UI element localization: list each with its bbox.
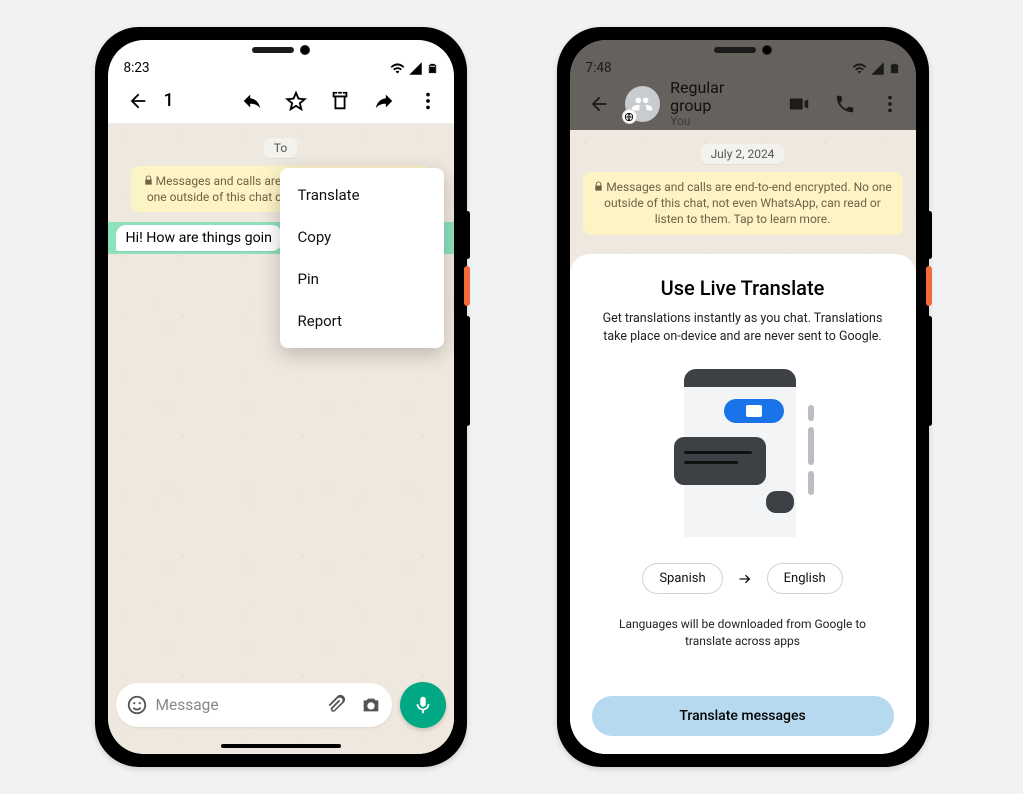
translate-messages-button[interactable]: Translate messages: [592, 696, 894, 736]
phone-sensors: [714, 45, 772, 55]
forward-button[interactable]: [364, 81, 404, 121]
call-button[interactable]: [825, 84, 864, 124]
voice-button[interactable]: [400, 682, 446, 728]
composer: Message: [108, 674, 454, 754]
wifi-icon: [390, 61, 405, 76]
sheet-illustration: [668, 363, 818, 543]
signal-icon: [408, 61, 423, 76]
more-vert-icon: [879, 93, 901, 115]
hw-volume: [465, 316, 470, 426]
selection-toolbar: 1: [108, 78, 454, 124]
date-chip: July 2, 2024: [701, 144, 785, 164]
delete-button[interactable]: [320, 81, 360, 121]
star-button[interactable]: [276, 81, 316, 121]
hw-volume: [927, 316, 932, 426]
lock-icon: [593, 181, 604, 192]
emoji-icon[interactable]: [126, 694, 148, 716]
message-input[interactable]: Message: [116, 683, 392, 727]
chat-toolbar: Regular group You: [570, 78, 916, 130]
back-button[interactable]: [580, 84, 619, 124]
wifi-icon: [852, 61, 867, 76]
context-menu: Translate Copy Pin Report: [280, 168, 444, 348]
lock-icon: [143, 175, 154, 186]
encryption-text: Messages and calls are end-to-end encryp…: [604, 180, 892, 226]
group-avatar[interactable]: [625, 86, 660, 122]
chat-title[interactable]: Regular group You: [670, 79, 768, 130]
attach-icon[interactable]: [324, 694, 346, 716]
globe-icon: [624, 112, 634, 122]
phone-sensors: [252, 45, 310, 55]
arrow-back-icon: [127, 90, 149, 112]
sheet-note: Languages will be downloaded from Google…: [608, 616, 878, 650]
arrow-right-icon: [737, 571, 753, 587]
star-icon: [285, 90, 307, 112]
translate-pill-icon: [724, 399, 784, 423]
trash-icon: [329, 90, 351, 112]
menu-translate[interactable]: Translate: [280, 174, 444, 216]
status-time: 7:48: [586, 60, 612, 76]
forward-icon: [373, 90, 395, 112]
encryption-banner[interactable]: Messages and calls are end-to-end encryp…: [583, 172, 903, 235]
reply-button[interactable]: [232, 81, 272, 121]
to-language[interactable]: English: [767, 563, 843, 594]
hw-accent-button: [926, 266, 932, 306]
back-button[interactable]: [118, 81, 158, 121]
language-selector: Spanish English: [642, 563, 842, 594]
menu-pin[interactable]: Pin: [280, 258, 444, 300]
message-bubble[interactable]: Hi! How are things goin: [116, 225, 282, 251]
sheet-title: Use Live Translate: [661, 276, 825, 300]
arrow-back-icon: [588, 93, 610, 115]
menu-copy[interactable]: Copy: [280, 216, 444, 258]
video-call-button[interactable]: [780, 84, 819, 124]
status-icons: [852, 60, 900, 76]
mic-icon: [412, 694, 434, 716]
menu-report[interactable]: Report: [280, 300, 444, 342]
phone-left: 8:23 1: [95, 27, 467, 767]
chat-subtitle: You: [670, 115, 768, 129]
reply-icon: [241, 90, 263, 112]
sheet-desc: Get translations instantly as you chat. …: [593, 310, 893, 345]
battery-icon: [889, 61, 900, 76]
status-icons: [390, 60, 438, 76]
video-icon: [788, 93, 810, 115]
hw-accent-button: [464, 266, 470, 306]
more-button[interactable]: [408, 81, 448, 121]
status-time: 8:23: [124, 60, 150, 76]
nav-bar[interactable]: [221, 744, 341, 748]
from-language[interactable]: Spanish: [642, 563, 722, 594]
camera-icon[interactable]: [360, 694, 382, 716]
more-vert-icon: [417, 90, 439, 112]
date-chip: To: [264, 138, 297, 158]
message-placeholder: Message: [156, 696, 324, 714]
more-button[interactable]: [870, 84, 909, 124]
phone-icon: [834, 93, 856, 115]
live-translate-sheet: Use Live Translate Get translations inst…: [570, 254, 916, 754]
selection-count: 1: [164, 90, 174, 111]
chat-title-text: Regular group: [670, 79, 768, 116]
battery-icon: [427, 61, 438, 76]
signal-icon: [870, 61, 885, 76]
chat-area[interactable]: To Messages and calls are end-to-end enc…: [108, 124, 454, 754]
phone-right: 7:48 Regular group You: [557, 27, 929, 767]
